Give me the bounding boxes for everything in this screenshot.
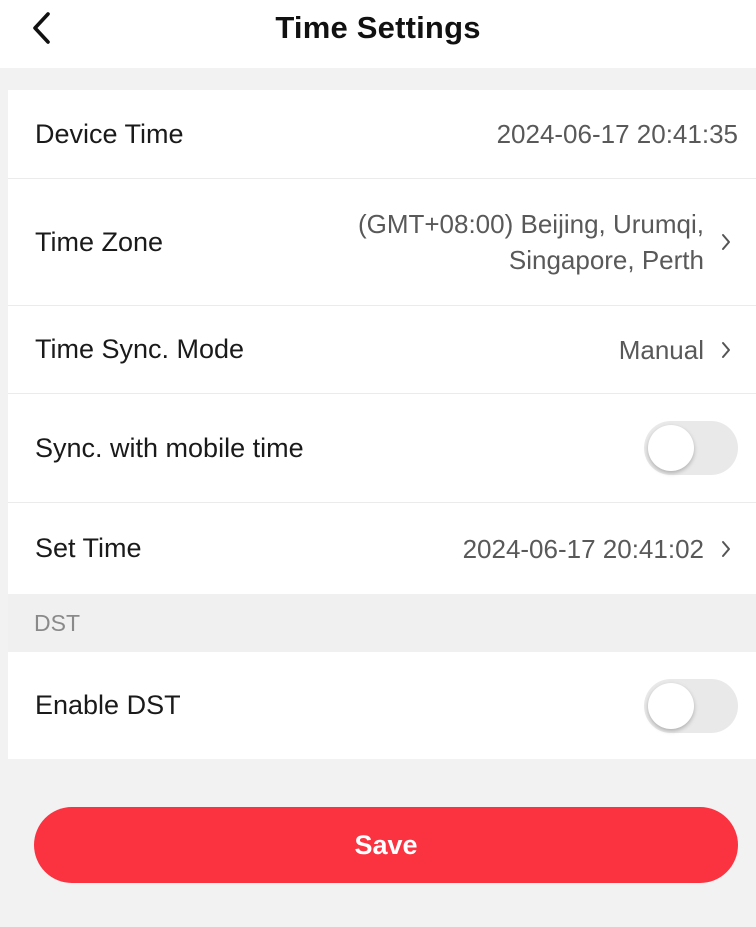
time-zone-label: Time Zone bbox=[35, 226, 164, 257]
sync-mobile-time-toggle[interactable] bbox=[644, 421, 738, 475]
device-time-label: Device Time bbox=[35, 118, 184, 149]
set-time-value: 2024-06-17 20:41:02 bbox=[462, 533, 704, 564]
header: Time Settings bbox=[0, 0, 756, 68]
sync-mobile-time-row: Sync. with mobile time bbox=[8, 394, 756, 503]
dst-group: Enable DST bbox=[8, 652, 756, 759]
time-zone-value: (GMT+08:00) Beijing, Urumqi, Singapore, … bbox=[358, 206, 704, 278]
top-spacer bbox=[0, 68, 756, 90]
footer: Save bbox=[0, 759, 756, 883]
sync-mobile-time-label: Sync. with mobile time bbox=[35, 432, 304, 463]
enable-dst-toggle[interactable] bbox=[644, 678, 738, 733]
chevron-right-icon bbox=[714, 539, 738, 559]
time-sync-mode-value: Manual bbox=[618, 334, 704, 365]
chevron-right-icon bbox=[714, 232, 738, 252]
device-time-row: Device Time 2024-06-17 20:41:35 bbox=[8, 90, 756, 179]
time-zone-value-line1: (GMT+08:00) Beijing, Urumqi, bbox=[357, 209, 704, 239]
enable-dst-label: Enable DST bbox=[35, 690, 181, 720]
time-zone-value-line2: Singapore, Perth bbox=[508, 245, 704, 275]
save-button[interactable]: Save bbox=[34, 807, 738, 883]
toggle-knob bbox=[648, 682, 694, 729]
time-zone-row[interactable]: Time Zone (GMT+08:00) Beijing, Urumqi, S… bbox=[8, 179, 756, 306]
settings-group: Device Time 2024-06-17 20:41:35 Time Zon… bbox=[8, 90, 756, 594]
device-time-value: 2024-06-17 20:41:35 bbox=[496, 119, 738, 149]
page-title: Time Settings bbox=[275, 10, 481, 45]
set-time-row[interactable]: Set Time 2024-06-17 20:41:02 bbox=[8, 503, 756, 594]
time-sync-mode-label: Time Sync. Mode bbox=[35, 334, 245, 364]
enable-dst-row: Enable DST bbox=[8, 652, 756, 759]
chevron-right-icon bbox=[714, 340, 738, 360]
toggle-knob bbox=[648, 425, 694, 471]
time-settings-page: Time Settings Device Time 2024-06-17 20:… bbox=[0, 0, 756, 927]
set-time-label: Set Time bbox=[35, 533, 142, 563]
time-sync-mode-row[interactable]: Time Sync. Mode Manual bbox=[8, 306, 756, 394]
dst-section-header: DST bbox=[8, 594, 756, 652]
